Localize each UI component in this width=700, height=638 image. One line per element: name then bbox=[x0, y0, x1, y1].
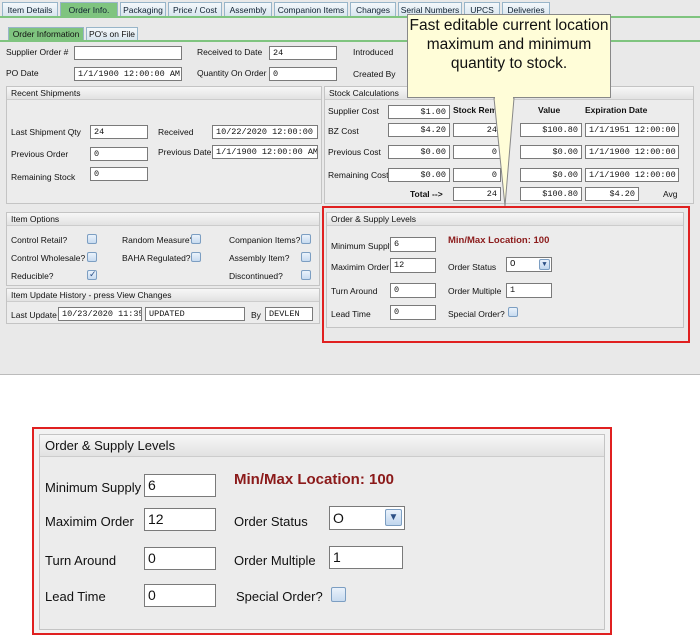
zoomed-special-order-checkbox[interactable] bbox=[331, 587, 346, 602]
remaining-stock-label: Remaining Stock bbox=[11, 172, 76, 182]
recent-shipments-title: Recent Shipments bbox=[7, 87, 321, 100]
baha-regulated-checkbox[interactable] bbox=[191, 252, 201, 262]
tab-changes[interactable]: Changes bbox=[350, 2, 396, 17]
stock-row-label: Supplier Cost bbox=[328, 106, 380, 116]
stock-row-label: BZ Cost bbox=[328, 126, 359, 136]
created-by-label: Created By bbox=[353, 69, 396, 79]
stock-row-cost[interactable]: $0.00 bbox=[388, 145, 450, 159]
supplier-order-label: Supplier Order # bbox=[6, 47, 69, 57]
zoomed-turn-around-input[interactable]: 0 bbox=[144, 547, 216, 570]
stock-row-expiration[interactable]: 1/1/1951 12:00:00 A bbox=[585, 123, 679, 137]
last-shipment-qty-input[interactable]: 24 bbox=[90, 125, 148, 139]
tab-assembly[interactable]: Assembly bbox=[224, 2, 272, 17]
received-date-input[interactable]: 10/22/2020 12:00:00 AM bbox=[212, 125, 318, 139]
previous-date-input[interactable]: 1/1/1900 12:00:00 AM bbox=[212, 145, 318, 159]
last-shipment-qty-label: Last Shipment Qty bbox=[11, 127, 81, 137]
assembly-item-label: Assembly Item? bbox=[229, 253, 290, 263]
update-status-input[interactable]: UPDATED bbox=[145, 307, 245, 321]
updated-by-label: By bbox=[251, 310, 261, 320]
reducible-checkbox[interactable] bbox=[87, 269, 97, 280]
value-header: Value bbox=[538, 105, 561, 115]
assembly-item-checkbox[interactable] bbox=[301, 252, 311, 262]
random-measure-checkbox[interactable] bbox=[191, 234, 201, 244]
previous-order-input[interactable]: 0 bbox=[90, 147, 148, 161]
baha-regulated-label: BAHA Regulated? bbox=[122, 253, 191, 263]
discontinued-label: Discontinued? bbox=[229, 271, 283, 281]
callout-bubble: Fast editable current location maximum a… bbox=[407, 14, 611, 98]
stock-row-expiration[interactable]: 1/1/1900 12:00:00 A bbox=[585, 145, 679, 159]
zoomed-lead-time-label: Lead Time bbox=[45, 589, 106, 604]
zoomed-lead-time-input[interactable]: 0 bbox=[144, 584, 216, 607]
po-date-label: PO Date bbox=[6, 68, 39, 78]
stock-row-expiration[interactable]: 1/1/1900 12:00:00 A bbox=[585, 168, 679, 182]
zoomed-minmax-location-text: Min/Max Location: 100 bbox=[234, 471, 395, 488]
qty-on-order-label: Quantity On Order bbox=[197, 68, 267, 78]
stock-row-cost[interactable]: $1.00 bbox=[388, 105, 450, 119]
received-label: Received bbox=[158, 127, 194, 137]
highlight-box bbox=[322, 206, 690, 343]
tab-packaging[interactable]: Packaging bbox=[120, 2, 166, 17]
control-wholesale-label: Control Wholesale? bbox=[11, 253, 86, 263]
average-label: Avg bbox=[663, 189, 678, 199]
zoomed-order-status-label: Order Status bbox=[234, 514, 308, 529]
zoomed-minimum-supply-input[interactable]: 6 bbox=[144, 474, 216, 497]
companion-items-label: Companion Items? bbox=[229, 235, 301, 245]
zoomed-detail-box: Order & Supply Levels Minimum Supply 6 M… bbox=[32, 427, 612, 635]
received-to-date-input[interactable]: 24 bbox=[269, 46, 337, 60]
random-measure-label: Random Measure? bbox=[122, 235, 195, 245]
introduced-label: Introduced bbox=[353, 47, 394, 57]
control-retail-checkbox[interactable] bbox=[87, 234, 97, 244]
qty-on-order-input[interactable]: 0 bbox=[269, 67, 337, 81]
zoomed-special-order-label: Special Order? bbox=[236, 589, 323, 604]
callout-pointer bbox=[493, 96, 515, 207]
control-wholesale-checkbox[interactable] bbox=[87, 252, 97, 262]
expiration-header: Expiration Date bbox=[585, 105, 648, 115]
companion-items-checkbox[interactable] bbox=[301, 234, 311, 244]
zoomed-supply-levels-title: Order & Supply Levels bbox=[40, 435, 604, 457]
average-value[interactable]: $4.20 bbox=[585, 187, 639, 201]
previous-date-label: Previous Date bbox=[158, 147, 212, 157]
subtab-order-information[interactable]: Order Information bbox=[8, 27, 84, 41]
zoomed-order-multiple-input[interactable]: 1 bbox=[329, 546, 403, 569]
update-history-title: Item Update History - press View Changes bbox=[7, 289, 319, 302]
stock-row-cost[interactable]: $4.20 bbox=[388, 123, 450, 137]
reducible-label: Reducible? bbox=[11, 271, 54, 281]
chevron-down-icon[interactable]: ▼ bbox=[385, 509, 402, 526]
tab-companion-items[interactable]: Companion Items bbox=[274, 2, 348, 17]
supplier-order-input[interactable] bbox=[74, 46, 182, 60]
tab-item-details[interactable]: Item Details bbox=[2, 2, 58, 17]
zoomed-order-multiple-label: Order Multiple bbox=[234, 553, 316, 568]
tab-order-info[interactable]: Order Info. bbox=[60, 2, 118, 17]
item-options-title: Item Options bbox=[7, 213, 319, 226]
zoomed-maximum-order-label: Maximim Order bbox=[45, 514, 134, 529]
discontinued-checkbox[interactable] bbox=[301, 270, 311, 280]
zoomed-turn-around-label: Turn Around bbox=[45, 553, 117, 568]
stock-row-label: Previous Cost bbox=[328, 147, 381, 157]
updated-by-input[interactable]: DEVLEN bbox=[265, 307, 313, 321]
remaining-stock-input[interactable]: 0 bbox=[90, 167, 148, 181]
previous-order-label: Previous Order bbox=[11, 149, 69, 159]
control-retail-label: Control Retail? bbox=[11, 235, 68, 245]
stock-row-label: Remaining Cost bbox=[328, 170, 389, 180]
zoomed-order-status-select[interactable]: O ▼ bbox=[329, 506, 405, 530]
tab-price-cost[interactable]: Price / Cost bbox=[168, 2, 222, 17]
zoomed-minimum-supply-label: Minimum Supply bbox=[45, 480, 142, 495]
po-date-input[interactable]: 1/1/1900 12:00:00 AM bbox=[74, 67, 182, 81]
last-update-label: Last Update bbox=[11, 310, 57, 320]
zoomed-order-status-value: O bbox=[333, 510, 344, 526]
received-to-date-label: Received to Date bbox=[197, 47, 263, 57]
subtab-pos-on-file[interactable]: PO's on File bbox=[86, 27, 138, 41]
total-label: Total --> bbox=[410, 189, 443, 199]
last-update-input[interactable]: 10/23/2020 11:35: bbox=[58, 307, 142, 321]
stock-row-cost[interactable]: $0.00 bbox=[388, 168, 450, 182]
zoomed-maximum-order-input[interactable]: 12 bbox=[144, 508, 216, 531]
